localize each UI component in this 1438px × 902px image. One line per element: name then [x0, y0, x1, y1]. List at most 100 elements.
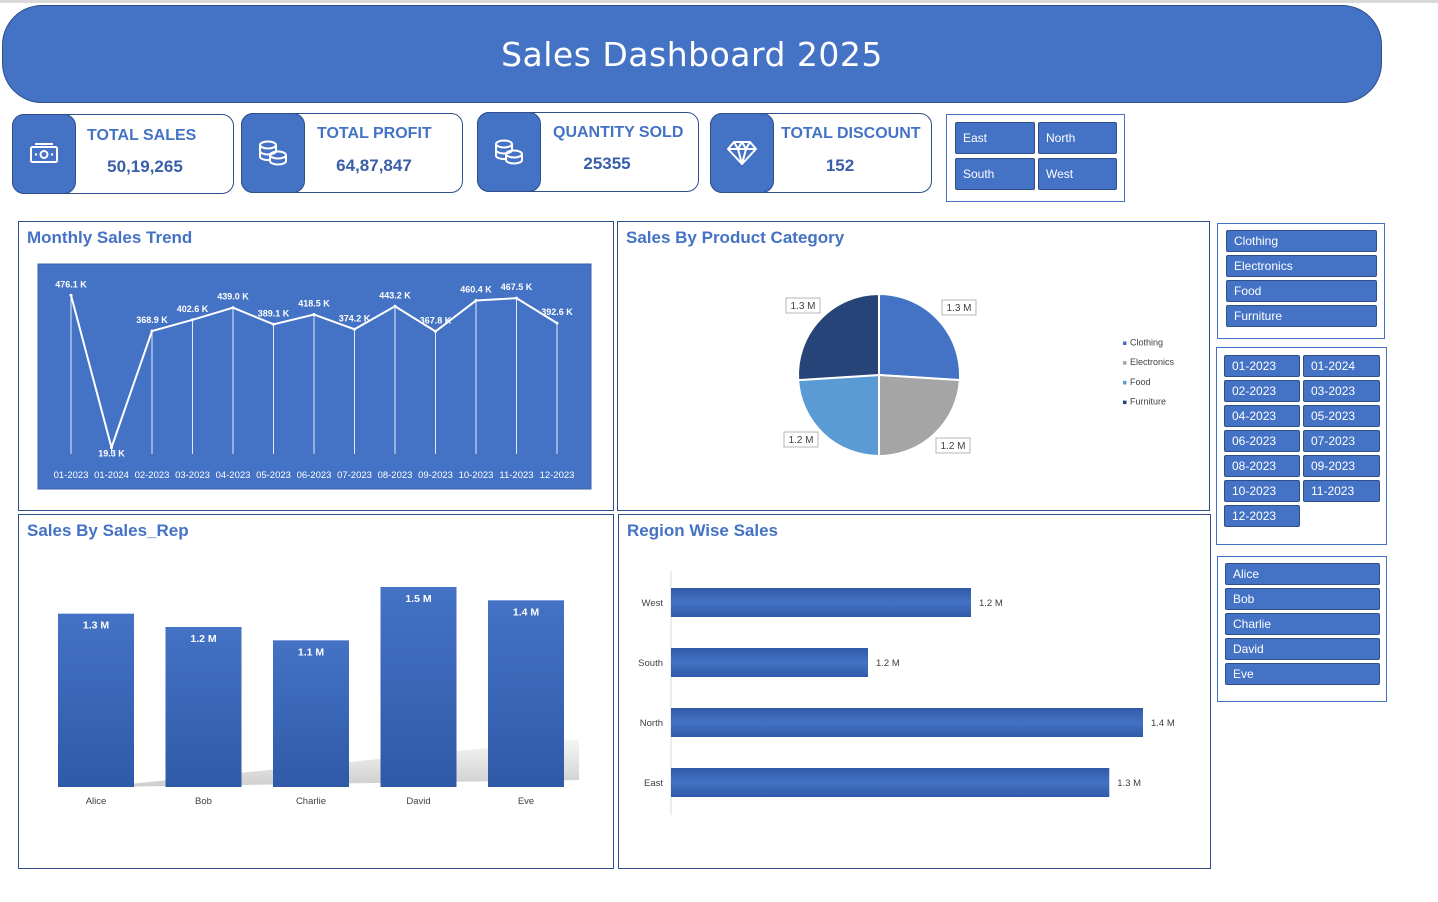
slicer-item-alice[interactable]: Alice [1225, 563, 1380, 585]
kpi-card-quantity-sold: QUANTITY SOLD 25355 [477, 112, 699, 192]
slicer-item-east[interactable]: East [955, 122, 1035, 154]
slicer-item-furniture[interactable]: Furniture [1226, 305, 1377, 327]
data-label: 443.2 K [379, 290, 411, 300]
slicer-item-electronics[interactable]: Electronics [1226, 255, 1377, 277]
tick-label: 08-2023 [378, 470, 413, 481]
slicer-item-month[interactable]: 07-2023 [1303, 430, 1380, 452]
data-label: 1.3 M [1117, 778, 1141, 789]
data-label: 1.2 M [979, 598, 1003, 609]
slicer-item-month[interactable]: 01-2024 [1303, 355, 1380, 377]
slicer-item-month[interactable]: 12-2023 [1224, 505, 1300, 527]
legend-marker [1123, 380, 1127, 385]
slicer-item-eve[interactable]: Eve [1225, 663, 1380, 685]
bar [671, 768, 1110, 797]
kpi-label: TOTAL DISCOUNT [781, 125, 921, 142]
legend-label: Food [1130, 377, 1151, 387]
bar [380, 587, 457, 787]
slicer-item-month[interactable]: 08-2023 [1224, 455, 1300, 477]
data-point [69, 293, 73, 297]
header-banner: Sales Dashboard 2025 [2, 5, 1382, 103]
dashboard-title: Sales Dashboard 2025 [501, 34, 883, 74]
data-label: 467.5 K [501, 282, 533, 292]
slicer-item-month[interactable]: 03-2023 [1303, 380, 1380, 402]
data-point [393, 304, 397, 308]
kpi-value: 50,19,265 [107, 157, 183, 176]
region-sales-panel: Region Wise Sales 1.2 M West 1.2 M South 1.4… [618, 514, 1211, 869]
data-point [515, 296, 518, 300]
slicer-item-david[interactable]: David [1225, 638, 1380, 660]
tick-label: 12-2023 [540, 470, 575, 481]
tick-label: 02-2023 [135, 470, 170, 481]
data-label: 392.6 K [541, 307, 573, 317]
tick-label: Alice [86, 796, 107, 807]
coins-icon [241, 113, 305, 193]
slicer-item-month[interactable]: 01-2023 [1224, 355, 1300, 377]
data-point [555, 321, 559, 325]
data-label: 476.1 K [55, 279, 87, 289]
data-label: 1.3 M [946, 303, 971, 314]
data-label: 402.6 K [177, 304, 209, 314]
slicer-item-bob[interactable]: Bob [1225, 588, 1380, 610]
data-label: 19.3 K [98, 449, 125, 459]
bar [671, 648, 868, 677]
sales-rep-bar-chart: 1.3 M Alice 1.2 M Bob 1.1 M Charlie 1.5 M David… [58, 587, 579, 807]
tick-label: 06-2023 [297, 470, 332, 481]
region-slicer: East North South West [946, 114, 1125, 202]
legend-marker [1123, 361, 1127, 365]
slicer-item-food[interactable]: Food [1226, 280, 1377, 302]
legend-label: Furniture [1130, 397, 1166, 407]
tick-label: David [406, 796, 430, 807]
data-label: 1.2 M [190, 633, 217, 645]
slicer-item-month[interactable]: 04-2023 [1224, 405, 1300, 427]
data-point [272, 322, 275, 326]
data-label: 1.4 M [1151, 718, 1175, 729]
slicer-item-north[interactable]: North [1038, 122, 1117, 154]
slicer-item-month[interactable]: 06-2023 [1224, 430, 1300, 452]
bar [671, 708, 1143, 737]
tick-label: North [640, 718, 663, 729]
slicer-item-clothing[interactable]: Clothing [1226, 230, 1377, 252]
slicer-item-month[interactable]: 11-2023 [1303, 480, 1380, 502]
data-label: 368.9 K [136, 315, 168, 325]
legend-label: Clothing [1130, 338, 1163, 348]
slicer-item-south[interactable]: South [955, 158, 1035, 190]
data-label: 1.1 M [298, 646, 325, 658]
slicer-item-west[interactable]: West [1038, 158, 1117, 190]
data-label: 367.8 K [420, 315, 452, 325]
sales-rep-slicer: Alice Bob Charlie David Eve [1217, 556, 1387, 702]
data-label: 418.5 K [298, 299, 330, 309]
tick-label: 11-2023 [499, 470, 533, 481]
slicer-item-month[interactable]: 10-2023 [1224, 480, 1300, 502]
data-label: 439.0 K [217, 292, 249, 302]
kpi-card-total-discount: TOTAL DISCOUNT 152 [710, 113, 932, 193]
tick-label: Charlie [296, 796, 326, 807]
slicer-item-month[interactable]: 05-2023 [1303, 405, 1380, 427]
sales-rep-panel: Sales By Sales_Rep 1.3 M Alice 1.2 M Bob 1.1… [18, 514, 614, 869]
bar [488, 600, 564, 787]
slicer-item-month[interactable]: 02-2023 [1224, 380, 1300, 402]
slicer-item-charlie[interactable]: Charlie [1225, 613, 1380, 635]
data-point [231, 306, 235, 310]
tick-label: 07-2023 [337, 470, 372, 481]
tick-label: Bob [195, 796, 212, 807]
tick-label: West [642, 598, 664, 609]
top-divider [0, 0, 1438, 3]
slicer-item-month[interactable]: 09-2023 [1303, 455, 1380, 477]
legend-label: Electronics [1130, 357, 1175, 367]
data-label: 1.2 M [940, 441, 965, 452]
data-point [191, 318, 194, 322]
data-label: 1.2 M [876, 658, 900, 669]
tick-label: Eve [518, 796, 534, 807]
tick-label: South [638, 658, 663, 669]
category-slicer: Clothing Electronics Food Furniture [1217, 223, 1385, 339]
monthly-sales-trend-panel: Monthly Sales Trend 476.1 K 01-2023 19.3 K… [18, 221, 614, 511]
tick-label: 10-2023 [459, 470, 494, 481]
kpi-value: 25355 [583, 154, 631, 173]
kpi-value: 64,87,847 [336, 156, 412, 175]
data-point [150, 329, 154, 333]
bar [671, 588, 971, 617]
bar [165, 627, 242, 787]
data-label: 389.1 K [258, 308, 290, 318]
money-icon [12, 114, 76, 194]
kpi-card-total-sales: TOTAL SALES 50,19,265 [12, 114, 234, 194]
